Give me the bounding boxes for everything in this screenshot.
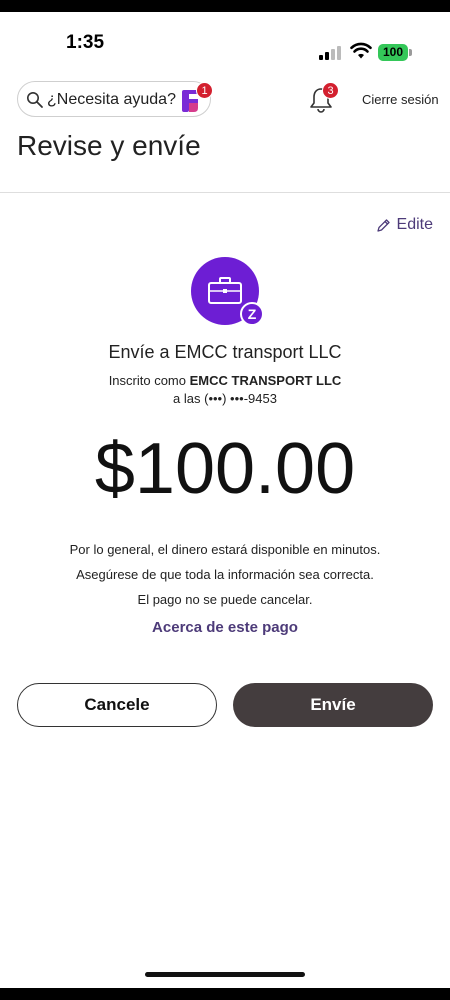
top-frame-bar — [0, 0, 450, 12]
search-placeholder: ¿Necesita ayuda? — [47, 91, 176, 108]
payment-amount: $100.00 — [94, 429, 356, 509]
about-payment-link[interactable]: Acerca de este pago — [0, 619, 450, 636]
recipient-name: Envíe a EMCC transport LLC — [108, 342, 342, 362]
search-notification-badge: 1 — [196, 82, 213, 99]
notifications-badge: 3 — [322, 82, 339, 99]
recipient-phone: a las (•••) •••-9453 — [173, 391, 277, 406]
zelle-badge-icon: Z — [240, 302, 264, 326]
home-indicator[interactable] — [145, 972, 305, 977]
status-time: 1:35 — [66, 32, 105, 53]
cell-signal-icon — [319, 46, 341, 60]
edit-label: Edite — [396, 216, 433, 233]
page-title: Revise y envíe — [17, 130, 201, 161]
bottom-frame-bar — [0, 988, 450, 1000]
info-no-cancel: El pago no se puede cancelar. — [137, 592, 313, 607]
signout-button[interactable]: Cierre sesión — [362, 92, 439, 107]
edit-button[interactable]: Edite — [376, 216, 433, 234]
battery-icon: 100 — [378, 44, 408, 61]
briefcase-icon — [208, 277, 242, 304]
info-availability: Por lo general, el dinero estará disponi… — [69, 542, 381, 557]
enrolled-prefix: Inscrito como — [108, 373, 186, 388]
cancel-button[interactable]: Cancele — [17, 683, 217, 727]
status-bar: 1:35 100 — [0, 12, 450, 74]
enrolled-as: Inscrito como EMCC TRANSPORT LLC — [0, 373, 450, 388]
info-verify: Asegúrese de que toda la información sea… — [76, 567, 374, 582]
battery-tip — [409, 49, 412, 56]
wifi-icon — [350, 42, 372, 59]
search-icon — [27, 92, 43, 108]
send-button[interactable]: Envíe — [233, 683, 433, 727]
header-divider — [0, 192, 450, 193]
enrolled-name: EMCC TRANSPORT LLC — [189, 373, 342, 388]
pencil-icon — [376, 218, 390, 232]
